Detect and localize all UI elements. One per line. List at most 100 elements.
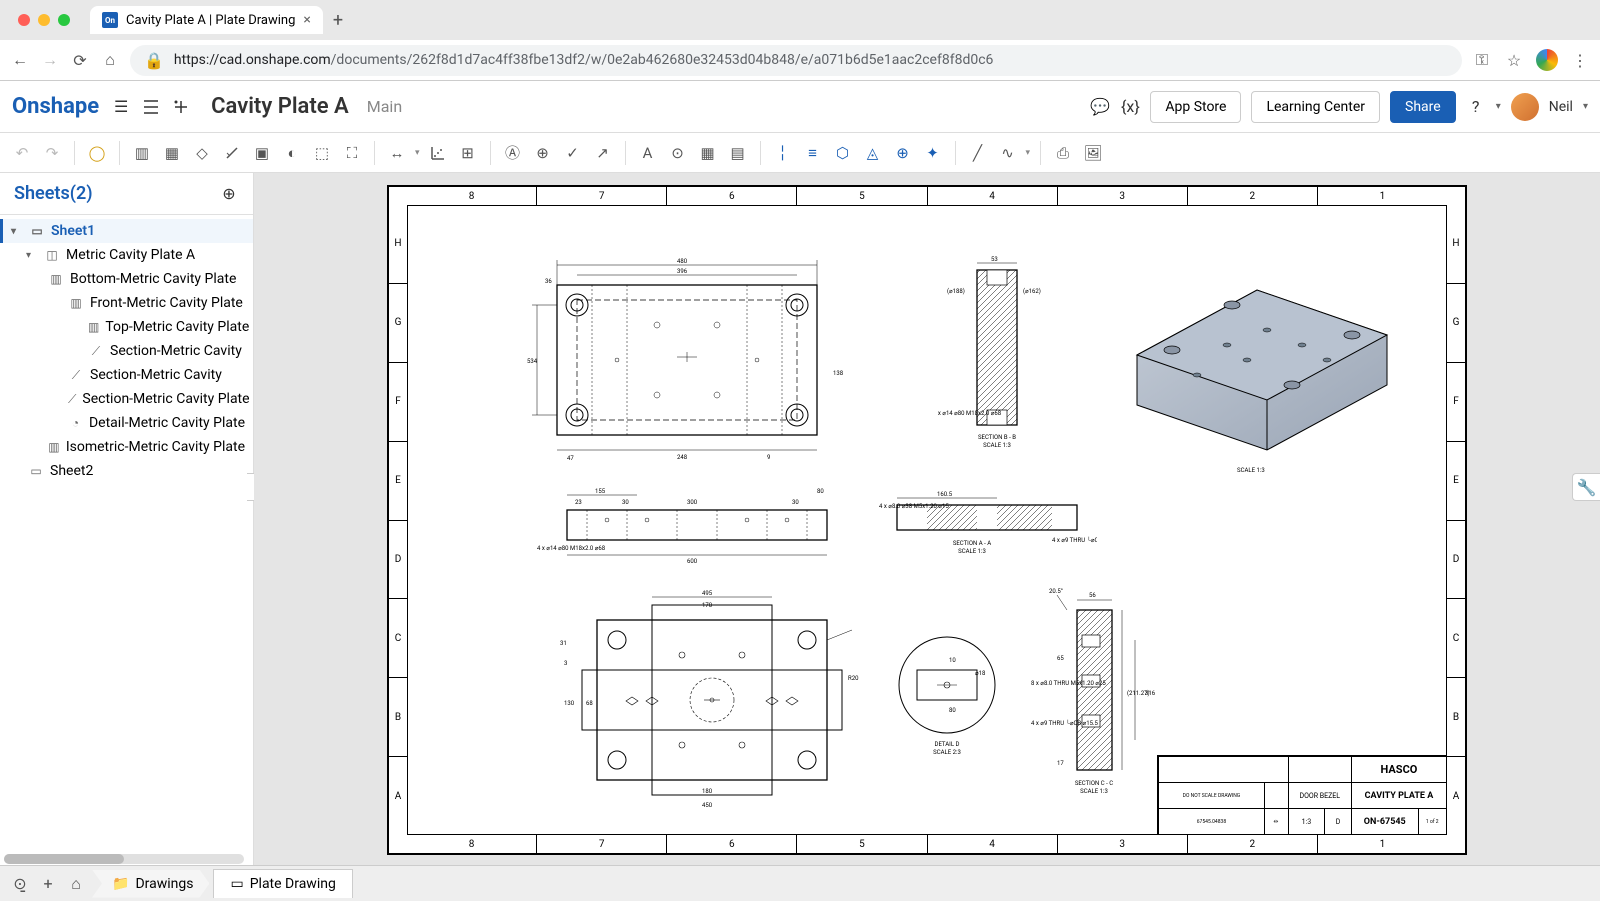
virtual-sharp-icon[interactable]: ◬ <box>861 141 885 165</box>
close-tab-icon[interactable]: × <box>303 12 310 28</box>
tab-plate-drawing[interactable]: ▭Plate Drawing <box>213 869 352 898</box>
comment-icon[interactable]: 💬 <box>1090 97 1110 117</box>
dim-label: 17 <box>1057 760 1064 767</box>
tree-sheet2[interactable]: ▭Sheet2 <box>0 459 253 483</box>
add-tab-icon[interactable]: + <box>36 872 60 896</box>
dimension-dropdown-icon[interactable]: ▾ <box>415 148 420 158</box>
dim-label: 10 <box>949 657 956 664</box>
section-view-icon[interactable] <box>220 141 244 165</box>
dxf-export-icon[interactable]: ⎙ <box>1051 141 1075 165</box>
center-pattern-icon[interactable]: ⬡ <box>831 141 855 165</box>
url-bar[interactable]: 🔒 https://cad.onshape.com/documents/262f… <box>130 45 1462 76</box>
reload-button[interactable]: ⟳ <box>70 50 90 70</box>
tb-project: DOOR BEZEL <box>1288 783 1351 809</box>
tree-section-2[interactable]: ⟋Section-Metric Cavity <box>0 363 253 387</box>
bottom-view: 480 396 534 36 47 248 9 138 <box>517 235 857 465</box>
four-view-icon[interactable]: ▦ <box>160 141 184 165</box>
tree-top-view[interactable]: ▥Top-Metric Cavity Plate <box>0 315 253 339</box>
detail-view-icon[interactable]: ▣ <box>250 141 274 165</box>
ordinate-icon[interactable] <box>426 141 450 165</box>
dim-label: 23 <box>575 499 582 506</box>
insert-icon[interactable] <box>171 97 191 117</box>
tree-sheet1[interactable]: ▾▭Sheet1 <box>0 219 253 243</box>
share-button[interactable]: Share <box>1390 91 1456 123</box>
learning-center-button[interactable]: Learning Center <box>1251 91 1380 123</box>
window-minimize-icon[interactable] <box>38 14 50 26</box>
drawing-sheet[interactable]: 87654321 87654321 HGFEDCBA HGFEDCBA <box>387 185 1467 855</box>
gdt-icon[interactable]: ⊞ <box>456 141 480 165</box>
tree-bottom-view[interactable]: ▥Bottom-Metric Cavity Plate <box>0 267 253 291</box>
centerline-icon[interactable]: ╎ <box>771 141 795 165</box>
scrollbar-thumb[interactable] <box>4 854 124 864</box>
datum-target-icon[interactable]: ⊕ <box>531 141 555 165</box>
help-icon[interactable]: ? <box>1466 97 1486 117</box>
document-branch[interactable]: Main <box>367 97 402 116</box>
canvas[interactable]: 🔧 87654321 87654321 HGFEDCBA HGFEDCBA <box>254 173 1600 865</box>
tree-detail-view[interactable]: ◔Detail-Metric Cavity Plate <box>0 411 253 435</box>
thread-icon[interactable]: ✦ <box>921 141 945 165</box>
insert-view-icon[interactable]: ▥ <box>130 141 154 165</box>
home-button[interactable]: ⌂ <box>100 50 120 70</box>
tree-isometric[interactable]: ▥Isometric-Metric Cavity Plate <box>0 435 253 459</box>
window-close-icon[interactable] <box>18 14 30 26</box>
tab-drawings[interactable]: 📁Drawings <box>92 870 209 898</box>
tree-section-1[interactable]: ⟋Section-Metric Cavity <box>0 339 253 363</box>
hamburger-icon[interactable]: ☰ <box>111 97 131 117</box>
back-button[interactable]: ← <box>10 50 30 70</box>
top-view: 495 170 3 130 68 31 180 450 R20 <box>552 585 862 815</box>
dim-label: 53 <box>991 256 998 263</box>
add-sheet-icon[interactable]: ⊕ <box>219 184 239 204</box>
forward-button[interactable]: → <box>40 50 60 70</box>
new-tab-button[interactable]: + <box>333 10 343 31</box>
tree-label: Section-Metric Cavity <box>110 343 242 359</box>
spline-icon[interactable]: ∿ <box>996 141 1020 165</box>
window-zoom-icon[interactable] <box>58 14 70 26</box>
target-icon[interactable]: ⊕ <box>891 141 915 165</box>
url-path: /documents/262f8d1d7ac4ff38fbe13df2/w/0e… <box>331 52 994 68</box>
url-text: https://cad.onshape.com/documents/262f8d… <box>174 52 994 68</box>
bookmark-icon[interactable]: ☆ <box>1504 50 1524 70</box>
home-tab-icon[interactable]: ⌂ <box>64 872 88 896</box>
checkmark-icon[interactable]: ✓ <box>561 141 585 165</box>
sheet-icon[interactable]: ◯ <box>85 141 109 165</box>
note-icon[interactable]: A <box>636 141 660 165</box>
dimension-icon[interactable]: ↔ <box>385 141 409 165</box>
app-store-button[interactable]: App Store <box>1150 91 1241 123</box>
undo-icon[interactable]: ↶ <box>10 141 34 165</box>
search-tabs-icon[interactable]: ⊙̱ <box>8 872 32 896</box>
line-icon[interactable]: ╱ <box>966 141 990 165</box>
crop-view-icon[interactable]: ⛶ <box>340 141 364 165</box>
ruler-col: 4 <box>927 187 1057 205</box>
user-dropdown-icon[interactable]: ▾ <box>1583 101 1588 112</box>
weld-icon[interactable]: ↗ <box>591 141 615 165</box>
dim-label: 316 <box>1145 690 1156 697</box>
auxiliary-view-icon[interactable]: ◇ <box>190 141 214 165</box>
broken-out-icon[interactable]: ⬚ <box>310 141 334 165</box>
tree-icon[interactable] <box>141 97 161 117</box>
spline-dropdown-icon[interactable]: ▾ <box>1026 148 1031 158</box>
hole-table-icon[interactable]: ▤ <box>726 141 750 165</box>
user-avatar[interactable] <box>1511 93 1539 121</box>
table-icon[interactable]: ▦ <box>696 141 720 165</box>
menu-icon[interactable]: ⋮ <box>1570 50 1590 70</box>
user-name[interactable]: Neil <box>1549 99 1573 115</box>
variables-icon[interactable]: {x} <box>1120 97 1140 117</box>
datum-icon[interactable]: Ⓐ <box>501 141 525 165</box>
centermark-icon[interactable]: ≡ <box>801 141 825 165</box>
key-icon[interactable]: ⚿ <box>1472 50 1492 70</box>
callout-icon[interactable]: ⊙ <box>666 141 690 165</box>
scrollbar[interactable] <box>4 854 244 864</box>
properties-toggle-icon[interactable]: 🔧 <box>1572 473 1600 501</box>
profile-icon[interactable] <box>1536 49 1558 71</box>
onshape-logo[interactable]: Onshape <box>12 94 99 119</box>
help-dropdown-icon[interactable]: ▾ <box>1496 101 1501 112</box>
image-icon[interactable]: 🖼 <box>1081 141 1105 165</box>
tree-front-view[interactable]: ▥Front-Metric Cavity Plate <box>0 291 253 315</box>
break-view-icon[interactable]: ◐ <box>280 141 304 165</box>
title-block: HASCO DO NOT SCALE DRAWING DOOR BEZEL CA… <box>1157 755 1447 835</box>
redo-icon[interactable]: ↷ <box>40 141 64 165</box>
tree-section-3[interactable]: ⟋Section-Metric Cavity Plate <box>0 387 253 411</box>
tree-metric-cavity[interactable]: ▾◫Metric Cavity Plate A <box>0 243 253 267</box>
document-title[interactable]: Cavity Plate A <box>211 94 349 119</box>
browser-tab[interactable]: On Cavity Plate A | Plate Drawing × <box>90 6 323 34</box>
